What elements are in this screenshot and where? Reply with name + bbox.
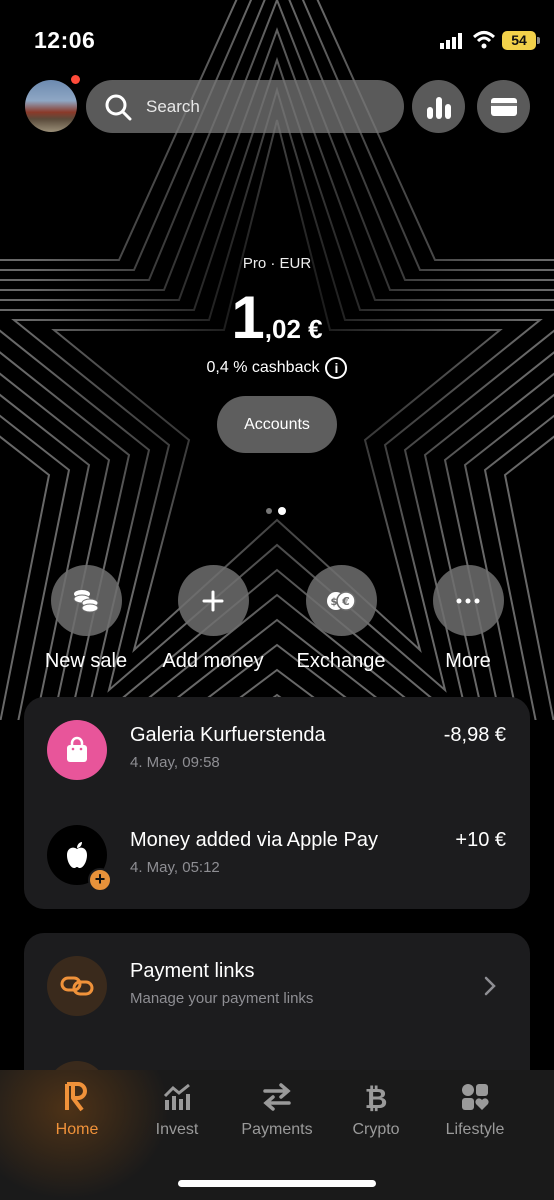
info-icon[interactable]: i [325,357,348,379]
home-indicator [178,1180,376,1187]
battery-indicator: 54 [502,31,536,50]
tab-invest[interactable]: Invest [122,1082,232,1139]
add-money-button[interactable] [177,565,249,636]
tab-crypto[interactable]: ₿ Crypto [321,1082,431,1139]
svg-text:$: $ [331,597,338,608]
shopping-bag-icon [47,720,107,780]
coins-icon [73,589,99,612]
tab-label: Payments [241,1121,313,1138]
plus-icon [202,590,224,611]
account-label: Pro · EUR [242,255,312,272]
cellular-signal-icon [440,33,462,49]
add-money-badge: + [88,868,112,892]
balance-amount: 1,02 € [0,283,554,352]
payment-links-title: Payment links [130,960,255,982]
new-sale-action[interactable]: New sale [21,565,151,673]
exchange-action[interactable]: € $ Exchange [276,565,406,673]
cashback-text: 0,4 % cashback [206,359,320,376]
status-time: 12:06 [34,27,96,53]
transactions-card: Galeria Kurfuerstenda 4. May, 09:58 -8,9… [24,697,530,909]
transaction-name: Money added via Apple Pay [130,829,378,851]
add-money-action[interactable]: Add money [148,565,278,673]
tab-label: Crypto [352,1121,400,1138]
payment-links-subtitle: Manage your payment links [130,990,314,1007]
payment-links-card: Payment links Manage your payment links [24,933,530,1121]
status-bar: 12:06 54 [0,0,554,80]
tab-label: Invest [155,1121,199,1138]
notification-dot [71,75,80,84]
more-action[interactable]: More [403,565,533,673]
svg-text:₿: ₿ [365,1082,388,1112]
cards-button[interactable] [477,80,530,133]
transaction-amount: +10 € [455,829,506,851]
new-sale-button[interactable] [50,565,122,636]
payments-arrows-icon [263,1083,291,1111]
page-dot-active [278,507,286,515]
page-dot [266,508,272,514]
invest-chart-icon [163,1083,190,1110]
exchange-button[interactable]: € $ [305,565,377,636]
link-icon [47,956,107,1016]
new-sale-label: New sale [44,650,128,672]
bitcoin-icon: ₿ [365,1082,388,1115]
transaction-date: 4. May, 09:58 [130,754,220,771]
bar-chart-icon [426,96,451,119]
card-icon [490,97,517,116]
lifestyle-icon [462,1084,489,1110]
battery-nub [537,37,540,44]
tab-home[interactable]: Home [22,1082,132,1139]
more-button[interactable] [432,565,504,636]
more-label: More [445,650,491,672]
tab-label: Lifestyle [445,1121,505,1138]
exchange-label: Exchange [296,650,386,672]
svg-text:€: € [341,595,350,608]
transaction-name: Galeria Kurfuerstenda [130,724,326,746]
chevron-right-icon [484,976,496,996]
search-icon [105,94,132,120]
cashback-row[interactable]: 0,4 % cashback i [0,357,554,379]
add-money-label: Add money [162,650,264,672]
tab-label: Home [55,1121,99,1138]
transaction-row[interactable]: + Money added via Apple Pay 4. May, 05:1… [24,825,530,925]
profile-avatar[interactable] [25,80,77,132]
transaction-date: 4. May, 05:12 [130,859,220,876]
revolut-r-icon [65,1082,87,1112]
search-placeholder: Search [146,96,200,116]
wifi-icon [472,31,496,49]
tab-payments[interactable]: Payments [222,1082,332,1139]
tab-lifestyle[interactable]: Lifestyle [420,1082,530,1139]
exchange-icon: € $ [327,590,356,611]
balance-fraction: ,02 € [264,314,323,344]
search-bar[interactable]: Search [86,80,404,133]
accounts-button[interactable]: Accounts [217,396,337,453]
more-dots-icon [456,598,480,603]
payment-links-row[interactable]: Payment links Manage your payment links [24,956,530,1056]
analytics-button[interactable] [412,80,465,133]
transaction-row[interactable]: Galeria Kurfuerstenda 4. May, 09:58 -8,9… [24,720,530,820]
page-indicator [266,507,286,515]
balance-whole: 1 [231,284,265,351]
transaction-amount: -8,98 € [443,724,506,746]
